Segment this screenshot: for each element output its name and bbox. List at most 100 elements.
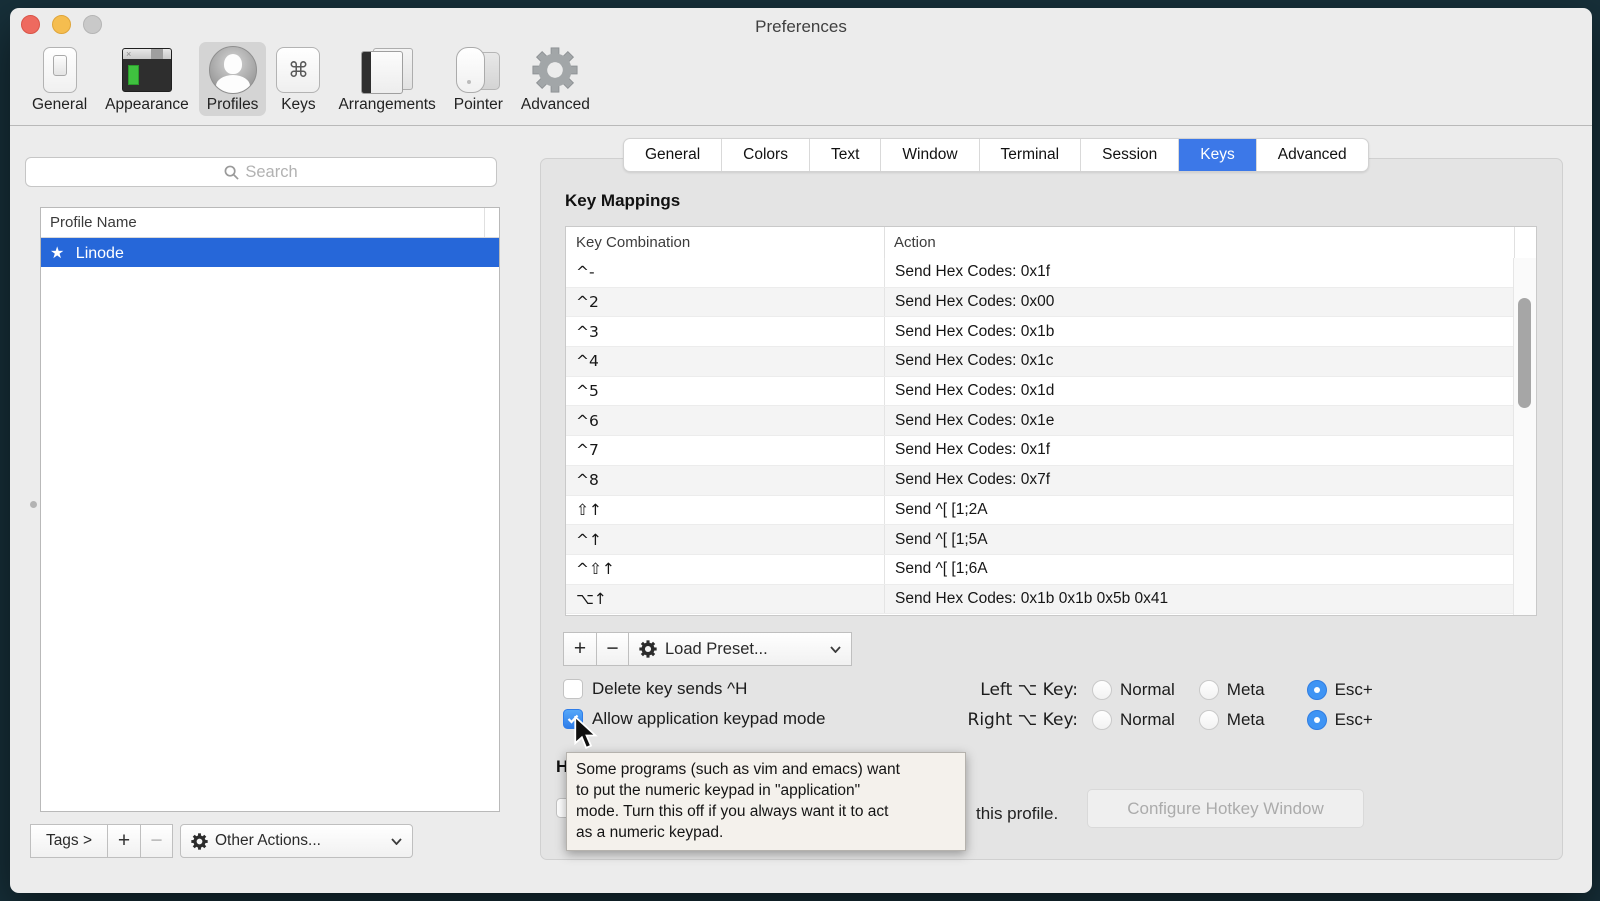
search-input[interactable]: Search <box>25 157 497 187</box>
tab-window[interactable]: Window <box>881 139 979 171</box>
key-combination-cell: ^2 <box>566 293 884 311</box>
table-row[interactable]: ^7Send Hex Codes: 0x1f <box>566 436 1514 466</box>
splitter-handle[interactable] <box>30 501 37 508</box>
preferences-toolbar: General × Appearance Profiles ⌘ Keys Arr… <box>10 42 1592 126</box>
table-scrollbar-thumb[interactable] <box>1518 298 1531 408</box>
action-cell: Send Hex Codes: 0x1f <box>884 436 1514 465</box>
remove-profile-button: − <box>140 824 173 858</box>
key-mappings-rows: ^-Send Hex Codes: 0x1f^2Send Hex Codes: … <box>566 258 1514 615</box>
profile-actions-group: Tags > + − <box>30 824 172 858</box>
checkbox-unchecked[interactable] <box>563 679 583 699</box>
key-combination-cell: ^3 <box>566 323 884 341</box>
configure-hotkey-window-button: Configure Hotkey Window <box>1087 789 1364 828</box>
profile-tabs: General Colors Text Window Terminal Sess… <box>623 138 1369 172</box>
table-row[interactable]: ^4Send Hex Codes: 0x1c <box>566 347 1514 377</box>
dark-window-icon: × <box>122 48 172 92</box>
add-profile-button[interactable]: + <box>107 824 141 858</box>
key-combination-cell: ⌥↑ <box>566 590 884 608</box>
action-cell: Send Hex Codes: 0x1b 0x1b 0x5b 0x41 <box>884 585 1514 614</box>
other-actions-popup[interactable]: Other Actions... <box>180 824 413 858</box>
toolbar-item-advanced[interactable]: Advanced <box>513 42 598 116</box>
tab-colors[interactable]: Colors <box>722 139 810 171</box>
toolbar-item-profiles[interactable]: Profiles <box>199 42 267 116</box>
table-row[interactable]: ⇧↑Send ^[ [1;2A <box>566 496 1514 526</box>
tab-keys[interactable]: Keys <box>1179 139 1256 171</box>
toolbar-item-general[interactable]: General <box>24 42 95 116</box>
chevron-down-icon <box>830 646 841 653</box>
mapping-actions-group: + − Load Preset... <box>563 632 851 666</box>
action-cell: Send Hex Codes: 0x1e <box>884 406 1514 435</box>
profile-list-header[interactable]: Profile Name <box>41 208 499 238</box>
tab-session[interactable]: Session <box>1081 139 1179 171</box>
toolbar-item-arrangements[interactable]: Arrangements <box>330 42 443 116</box>
action-cell: Send Hex Codes: 0x1d <box>884 377 1514 406</box>
toolbar-item-keys[interactable]: ⌘ Keys <box>268 42 328 116</box>
delete-key-checkbox[interactable]: Delete key sends ^H <box>563 679 747 699</box>
action-cell: Send Hex Codes: 0x1f <box>884 258 1514 287</box>
table-row[interactable]: ^3Send Hex Codes: 0x1b <box>566 317 1514 347</box>
key-mappings-table: Key Combination Action ^-Send Hex Codes:… <box>565 226 1537 616</box>
column-action[interactable]: Action <box>894 227 936 258</box>
toolbar-item-pointer[interactable]: Pointer <box>446 42 511 116</box>
mouse-cursor <box>573 716 599 755</box>
action-cell: Send Hex Codes: 0x00 <box>884 288 1514 317</box>
key-mappings-heading: Key Mappings <box>565 191 680 211</box>
window-panes-icon <box>361 48 413 92</box>
search-icon <box>224 165 239 180</box>
command-key-icon: ⌘ <box>276 47 320 93</box>
action-cell: Send Hex Codes: 0x1b <box>884 317 1514 346</box>
table-row[interactable]: ^6Send Hex Codes: 0x1e <box>566 406 1514 436</box>
radio-right-esc[interactable] <box>1307 710 1327 730</box>
desktop: { "window": { "title": "Preferences" }, … <box>0 0 1600 901</box>
radio-right-meta[interactable] <box>1199 710 1219 730</box>
table-row[interactable]: ^2Send Hex Codes: 0x00 <box>566 288 1514 318</box>
key-combination-cell: ^⇧↑ <box>566 560 884 578</box>
keypad-mode-checkbox[interactable]: Allow application keypad mode <box>563 709 825 729</box>
load-preset-popup[interactable]: Load Preset... <box>628 632 852 666</box>
radio-right-normal[interactable] <box>1092 710 1112 730</box>
table-scrollbar-track[interactable] <box>1513 258 1536 615</box>
tab-text[interactable]: Text <box>810 139 881 171</box>
table-row[interactable]: ^↑Send ^[ [1;5A <box>566 525 1514 555</box>
action-cell: Send ^[ [1;5A <box>884 525 1514 554</box>
action-cell: Send ^[ [1;2A <box>884 496 1514 525</box>
key-combination-cell: ^4 <box>566 352 884 370</box>
profile-name: Linode <box>76 245 124 262</box>
key-combination-cell: ^- <box>566 263 884 281</box>
mouse-icon <box>454 47 502 93</box>
table-row[interactable]: ^-Send Hex Codes: 0x1f <box>566 258 1514 288</box>
table-row[interactable]: ⌥↑Send Hex Codes: 0x1b 0x1b 0x5b 0x41 <box>566 585 1514 615</box>
remove-mapping-button[interactable]: − <box>596 632 629 666</box>
profile-list: Profile Name ★ Linode <box>40 207 500 812</box>
toolbar-item-appearance[interactable]: × Appearance <box>97 42 197 116</box>
preferences-window: Preferences General × Appearance Profile… <box>10 8 1592 893</box>
left-option-key-row: Left ⌥ Key: Normal Meta Esc+ <box>958 680 1397 700</box>
key-combination-cell: ^↑ <box>566 531 884 549</box>
person-avatar-icon <box>209 46 257 94</box>
radio-left-esc[interactable] <box>1307 680 1327 700</box>
tags-button[interactable]: Tags > <box>30 824 108 858</box>
key-combination-cell: ^7 <box>566 441 884 459</box>
tab-general[interactable]: General <box>624 139 722 171</box>
chevron-down-icon <box>391 838 402 845</box>
keypad-mode-tooltip: Some programs (such as vim and emacs) wa… <box>566 752 966 851</box>
key-combination-cell: ⇧↑ <box>566 501 884 519</box>
radio-left-normal[interactable] <box>1092 680 1112 700</box>
gear-icon <box>191 833 208 850</box>
table-row[interactable]: ^⇧↑Send ^[ [1;6A <box>566 555 1514 585</box>
column-key-combination[interactable]: Key Combination <box>576 227 690 258</box>
key-combination-cell: ^5 <box>566 382 884 400</box>
star-icon: ★ <box>50 243 64 262</box>
column-divider <box>484 208 485 237</box>
tab-advanced[interactable]: Advanced <box>1257 139 1368 171</box>
tab-terminal[interactable]: Terminal <box>980 139 1082 171</box>
table-row[interactable]: ^5Send Hex Codes: 0x1d <box>566 377 1514 407</box>
right-option-key-row: Right ⌥ Key: Normal Meta Esc+ <box>958 710 1397 730</box>
action-cell: Send Hex Codes: 0x7f <box>884 466 1514 495</box>
action-cell: Send ^[ [1;6A <box>884 555 1514 584</box>
search-placeholder: Search <box>245 163 297 182</box>
radio-left-meta[interactable] <box>1199 680 1219 700</box>
table-row[interactable]: ^8Send Hex Codes: 0x7f <box>566 466 1514 496</box>
profile-row-linode[interactable]: ★ Linode <box>41 238 499 267</box>
add-mapping-button[interactable]: + <box>563 632 597 666</box>
